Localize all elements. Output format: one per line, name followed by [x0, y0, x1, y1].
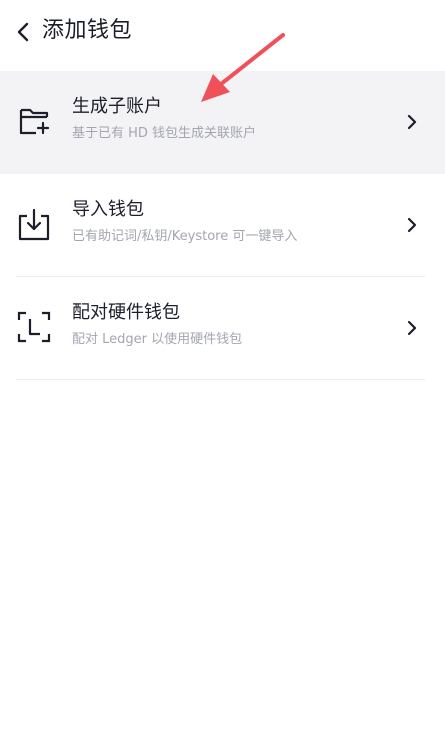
add-wallet-page: 添加钱包 生成子账户 基于已有 HD 钱包生成关联账户 导入钱包 已有助记词/私…	[0, 0, 445, 740]
chevron-left-icon	[17, 22, 29, 42]
item-label: 导入钱包	[72, 199, 144, 220]
chevron-right-icon	[407, 114, 417, 130]
item-description: 已有助记词/私钥/Keystore 可一键导入	[72, 229, 298, 244]
list-item-import-wallet[interactable]: 导入钱包 已有助记词/私钥/Keystore 可一键导入	[0, 174, 445, 277]
scan-frame-icon	[17, 311, 51, 343]
folder-add-icon	[19, 108, 50, 135]
divider	[16, 379, 425, 380]
item-description: 基于已有 HD 钱包生成关联账户	[72, 126, 257, 141]
item-description: 配对 Ledger 以使用硬件钱包	[72, 332, 243, 347]
item-label: 配对硬件钱包	[72, 302, 180, 323]
list-item-pair-hardware-wallet[interactable]: 配对硬件钱包 配对 Ledger 以使用硬件钱包	[0, 277, 445, 380]
download-tray-icon	[18, 208, 50, 241]
list-item-generate-subaccount[interactable]: 生成子账户 基于已有 HD 钱包生成关联账户	[0, 71, 445, 174]
option-list: 生成子账户 基于已有 HD 钱包生成关联账户 导入钱包 已有助记词/私钥/Key…	[0, 71, 445, 380]
chevron-right-icon	[407, 217, 417, 233]
item-label: 生成子账户	[72, 96, 162, 117]
chevron-right-icon	[407, 320, 417, 336]
header: 添加钱包	[0, 0, 445, 66]
back-button[interactable]	[8, 14, 38, 50]
page-title: 添加钱包	[42, 18, 133, 43]
